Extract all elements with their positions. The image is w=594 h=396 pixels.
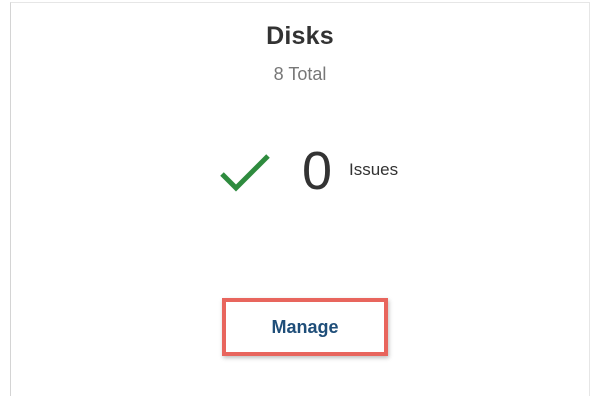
check-icon — [220, 154, 270, 192]
issues-label: Issues — [349, 160, 399, 179]
manage-button[interactable]: Manage — [226, 302, 384, 352]
disks-card: Disks 8 Total 0 Issues Manage — [10, 2, 590, 396]
disk-total: 8 Total — [273, 64, 327, 84]
card-title: Disks — [266, 22, 334, 50]
manage-button-highlight: Manage — [222, 298, 388, 356]
issue-count: 0 — [302, 141, 333, 201]
issues-status: 0 Issues — [11, 141, 589, 203]
